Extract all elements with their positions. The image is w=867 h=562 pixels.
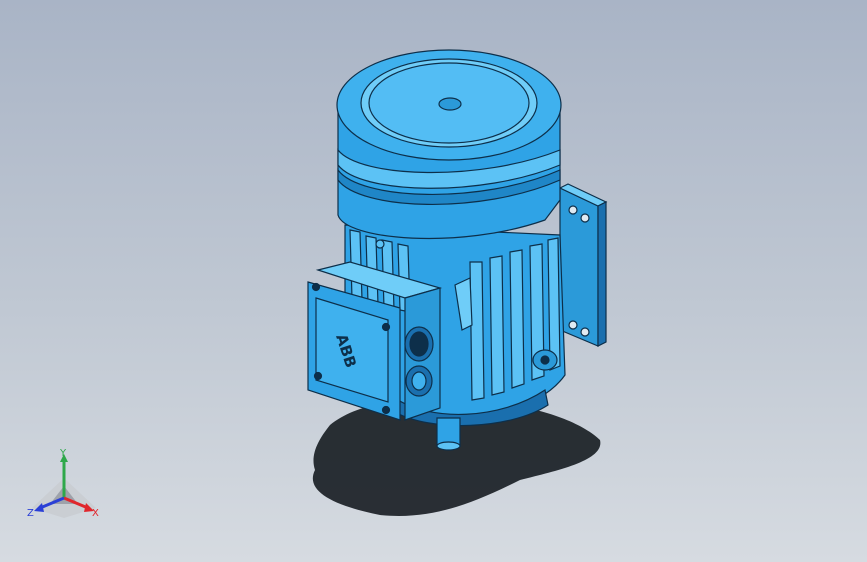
graphics-viewport[interactable]: ABB Y X Z bbox=[0, 0, 867, 562]
y-axis-label: Y bbox=[59, 448, 67, 459]
terminal-box bbox=[307, 261, 443, 421]
fan-cover bbox=[336, 49, 562, 249]
view-orientation-triad[interactable]: Y X Z bbox=[22, 446, 112, 526]
mounting-flange bbox=[558, 183, 608, 347]
x-axis-label: X bbox=[92, 508, 99, 519]
motor-3d-model[interactable]: ABB bbox=[0, 0, 867, 562]
motor-shaft bbox=[436, 417, 461, 451]
z-axis-label: Z bbox=[27, 508, 34, 519]
